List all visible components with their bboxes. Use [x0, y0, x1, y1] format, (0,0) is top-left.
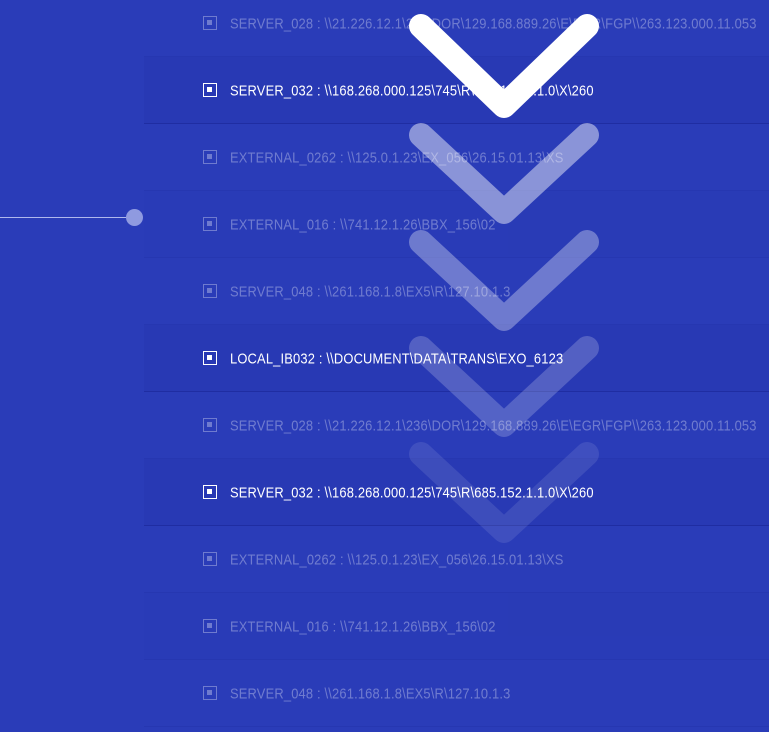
- path-label: EXTERNAL_016 : \\741.12.1.26\BBX_156\02: [230, 216, 496, 233]
- checkbox-square-icon[interactable]: [203, 618, 217, 633]
- list-item[interactable]: LOCAL_IB032 : \\DOCUMENT\DATA\TRANS\EXO_…: [0, 325, 769, 392]
- checkbox-square-icon[interactable]: [203, 484, 217, 499]
- server-name: EXTERNAL_016: [230, 618, 329, 635]
- server-name: SERVER_032: [230, 82, 314, 99]
- server-name: EXTERNAL_0262: [230, 149, 337, 166]
- checkbox-square-icon[interactable]: [203, 149, 217, 164]
- row-divider: [144, 726, 769, 727]
- checkbox-square-icon[interactable]: [203, 15, 217, 30]
- server-path: \\261.168.1.8\EX5\R\127.10.1.3: [324, 283, 511, 300]
- list-item[interactable]: EXTERNAL_016 : \\741.12.1.26\BBX_156\02: [0, 593, 769, 660]
- server-path: \\21.226.12.1\236\DOR\129.168.889.26\E\E…: [324, 417, 757, 434]
- checkbox-square-icon[interactable]: [203, 350, 217, 365]
- list-item[interactable]: SERVER_048 : \\261.168.1.8\EX5\R\127.10.…: [0, 258, 769, 325]
- server-path: \\741.12.1.26\BBX_156\02: [340, 216, 496, 233]
- server-path: \\261.168.1.8\EX5\R\127.10.1.3: [324, 685, 511, 702]
- path-label: SERVER_048 : \\261.168.1.8\EX5\R\127.10.…: [230, 685, 511, 702]
- server-name: SERVER_028: [230, 15, 314, 32]
- path-label: SERVER_032 : \\168.268.000.125\745\R\685…: [230, 484, 594, 501]
- server-path: \\168.268.000.125\745\R\685.152.1.1.0\X\…: [324, 484, 594, 501]
- list-item[interactable]: SERVER_032 : \\168.268.000.125\745\R\685…: [0, 459, 769, 526]
- checkbox-square-icon[interactable]: [203, 216, 217, 231]
- server-name: SERVER_048: [230, 283, 314, 300]
- connector-line: [0, 217, 134, 218]
- server-path: \\21.226.12.1\236\DOR\129.168.889.26\E\E…: [324, 15, 757, 32]
- path-label: EXTERNAL_0262 : \\125.0.1.23\EX_056\26.1…: [230, 149, 564, 166]
- checkbox-square-icon[interactable]: [203, 82, 217, 97]
- path-label: SERVER_028 : \\21.226.12.1\236\DOR\129.1…: [230, 417, 757, 434]
- checkbox-square-icon[interactable]: [203, 283, 217, 298]
- path-label: EXTERNAL_0262 : \\125.0.1.23\EX_056\26.1…: [230, 551, 564, 568]
- server-name: EXTERNAL_0262: [230, 551, 337, 568]
- path-label: LOCAL_IB032 : \\DOCUMENT\DATA\TRANS\EXO_…: [230, 350, 564, 367]
- list-item[interactable]: SERVER_028 : \\21.226.12.1\236\DOR\129.1…: [0, 392, 769, 459]
- path-label: SERVER_028 : \\21.226.12.1\236\DOR\129.1…: [230, 15, 757, 32]
- checkbox-square-icon[interactable]: [203, 417, 217, 432]
- server-path: \\168.268.000.125\745\R\685.152.1.1.0\X\…: [324, 82, 594, 99]
- list-item[interactable]: EXTERNAL_016 : \\741.12.1.26\BBX_156\02: [0, 191, 769, 258]
- list-item[interactable]: EXTERNAL_0262 : \\125.0.1.23\EX_056\26.1…: [0, 124, 769, 191]
- server-path: \\125.0.1.23\EX_056\26.15.01.13\XS: [347, 149, 564, 166]
- list-item[interactable]: EXTERNAL_0262 : \\125.0.1.23\EX_056\26.1…: [0, 526, 769, 593]
- checkbox-square-icon[interactable]: [203, 685, 217, 700]
- server-name: EXTERNAL_016: [230, 216, 329, 233]
- server-path: \\DOCUMENT\DATA\TRANS\EXO_6123: [326, 350, 564, 367]
- path-label: SERVER_032 : \\168.268.000.125\745\R\685…: [230, 82, 594, 99]
- file-path-list-screen: SERVER_028 : \\21.226.12.1\236\DOR\129.1…: [0, 0, 769, 732]
- list-item[interactable]: SERVER_048 : \\261.168.1.8\EX5\R\127.10.…: [0, 660, 769, 727]
- server-path: \\741.12.1.26\BBX_156\02: [340, 618, 496, 635]
- server-path: \\125.0.1.23\EX_056\26.15.01.13\XS: [347, 551, 564, 568]
- server-name: SERVER_032: [230, 484, 314, 501]
- server-name: SERVER_048: [230, 685, 314, 702]
- server-name: LOCAL_IB032: [230, 350, 316, 367]
- path-label: EXTERNAL_016 : \\741.12.1.26\BBX_156\02: [230, 618, 496, 635]
- list-item[interactable]: SERVER_028 : \\21.226.12.1\236\DOR\129.1…: [0, 0, 769, 57]
- server-name: SERVER_028: [230, 417, 314, 434]
- path-label: SERVER_048 : \\261.168.1.8\EX5\R\127.10.…: [230, 283, 511, 300]
- checkbox-square-icon[interactable]: [203, 551, 217, 566]
- path-list: SERVER_028 : \\21.226.12.1\236\DOR\129.1…: [0, 0, 769, 727]
- list-item[interactable]: SERVER_032 : \\168.268.000.125\745\R\685…: [0, 57, 769, 124]
- connector-node[interactable]: [126, 209, 143, 226]
